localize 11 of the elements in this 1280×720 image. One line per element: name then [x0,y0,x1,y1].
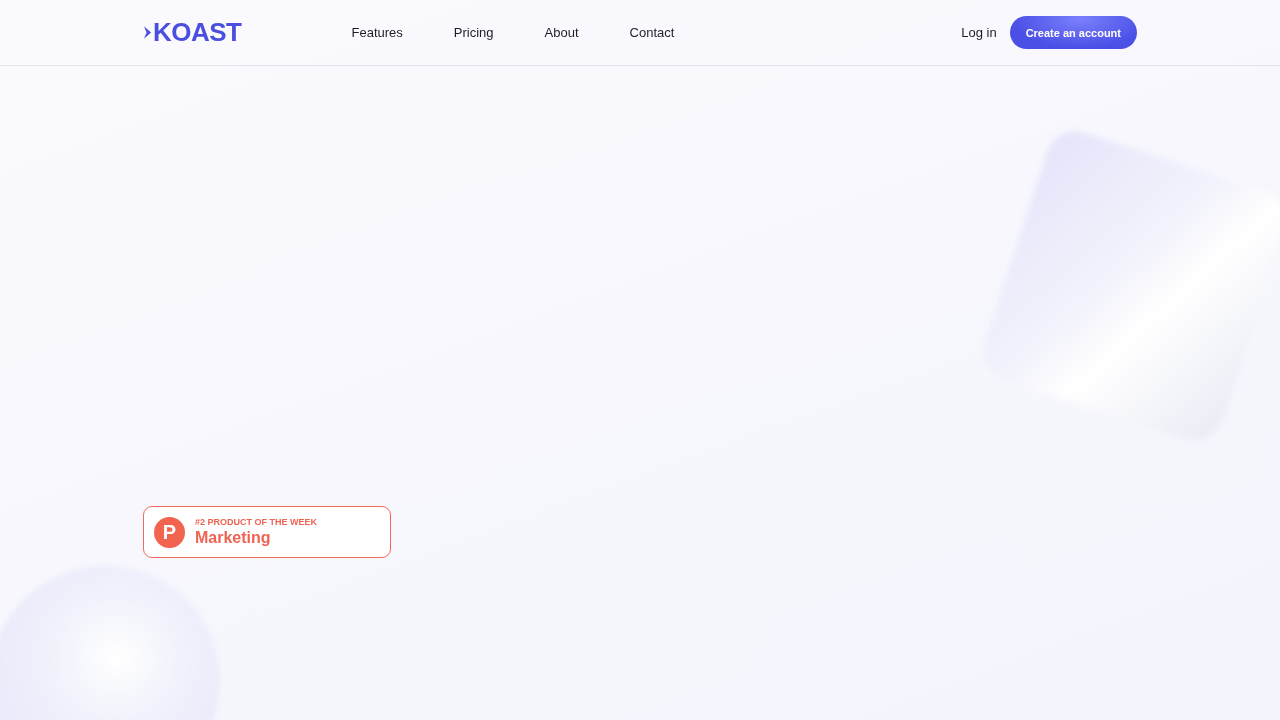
chevron-icon [143,25,152,40]
logo[interactable]: KOAST [143,17,242,48]
nav-link[interactable]: Contact [629,25,675,40]
create-account-button[interactable]: Create an account [1009,16,1137,49]
nav-link[interactable]: About [544,25,579,40]
product-icon: P [154,516,185,548]
nav-link[interactable]: Pricing [453,25,494,40]
login-link[interactable]: Log in [961,25,997,40]
badge-category: Marketing [195,529,272,547]
badge-rank: #2 PRODUCT OF THE WEEK [195,517,317,527]
nav-link[interactable]: Features [351,25,403,40]
